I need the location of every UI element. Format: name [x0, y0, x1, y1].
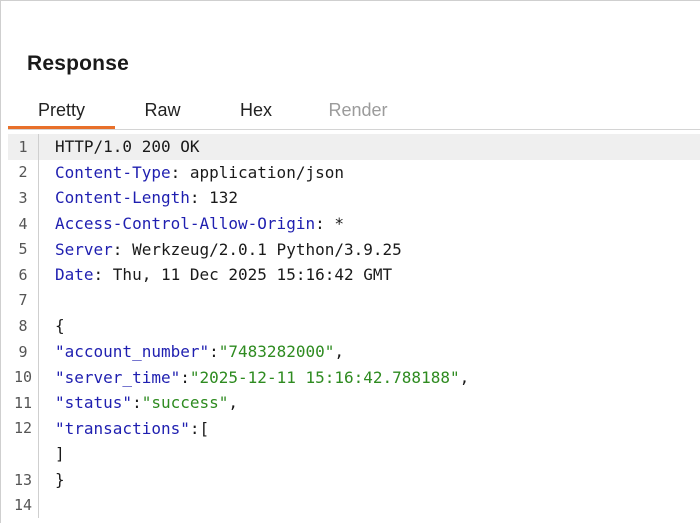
code-content: ]: [38, 441, 65, 467]
panel-left-border: [0, 0, 1, 523]
line-number: 12: [13, 419, 33, 438]
line-number: 8: [18, 316, 28, 335]
code-line: 12 "transactions":[: [8, 415, 700, 442]
line-number: 7: [18, 291, 28, 310]
json-key: "status": [55, 393, 133, 413]
code-line: 1 HTTP/1.0 200 OK: [8, 134, 700, 160]
header-name: Server: [55, 239, 113, 259]
code-line: 6 Date: Thu, 11 Dec 2025 15:16:42 GMT: [8, 262, 700, 288]
json-key: "transactions": [55, 418, 190, 438]
line-number: 2: [18, 163, 28, 182]
json-value: "success": [141, 393, 229, 413]
json-comma: ,: [459, 367, 470, 387]
header-value: application/json: [189, 162, 344, 182]
header-name: Date: [55, 265, 94, 285]
line-number: 5: [18, 240, 28, 259]
code-content: {: [38, 313, 65, 339]
code-line: 9 "account_number": "7483282000",: [8, 338, 700, 365]
line-number: 1: [18, 137, 28, 156]
line-number: 11: [13, 393, 33, 412]
response-editor[interactable]: 1 HTTP/1.0 200 OK 2 Content-Type: applic…: [8, 134, 700, 523]
tab-pretty[interactable]: Pretty: [8, 94, 115, 129]
code-content: "status": "success",: [38, 390, 238, 416]
json-comma: ,: [228, 393, 239, 413]
code-line: 4 Access-Control-Allow-Origin: *: [8, 210, 700, 237]
tabs-divider: [8, 129, 700, 130]
code-line: 13 }: [8, 466, 700, 493]
code-content: HTTP/1.0 200 OK: [38, 134, 200, 160]
json-value: "2025-12-11 15:16:42.788188": [189, 367, 460, 387]
code-content: [38, 492, 55, 518]
json-comma: ,: [334, 342, 344, 362]
view-tabs: Pretty Raw Hex Render: [8, 94, 700, 130]
json-close-brace: }: [55, 470, 65, 490]
json-value: "7483282000": [218, 342, 335, 362]
code-content: }: [38, 466, 65, 493]
header-name: Content-Type: [55, 162, 171, 182]
line-number: 3: [18, 188, 28, 207]
header-value: Werkzeug/2.0.1 Python/3.9.25: [132, 239, 402, 259]
code-content: Date: Thu, 11 Dec 2025 15:16:42 GMT: [38, 262, 392, 288]
json-key: "server_time": [55, 367, 181, 387]
header-value: *: [334, 214, 344, 234]
panel-title: Response: [27, 52, 129, 75]
line-number: 14: [13, 496, 33, 515]
code-line: 8 {: [8, 313, 700, 339]
code-line-wrapped: ]: [8, 441, 700, 467]
code-content: "transactions":[: [38, 415, 210, 442]
json-key: "account_number": [55, 342, 210, 362]
header-name: Access-Control-Allow-Origin: [55, 214, 316, 234]
header-value: Thu, 11 Dec 2025 15:16:42 GMT: [112, 265, 393, 285]
code-line: 7: [8, 287, 700, 314]
code-content: Server: Werkzeug/2.0.1 Python/3.9.25: [38, 236, 402, 262]
tab-hex[interactable]: Hex: [210, 94, 302, 128]
code-line: 3 Content-Length: 132: [8, 185, 700, 211]
code-line: 5 Server: Werkzeug/2.0.1 Python/3.9.25: [8, 236, 700, 262]
line-number: 13: [13, 470, 33, 489]
code-content: [38, 287, 55, 314]
code-content: "server_time": "2025-12-11 15:16:42.78818…: [38, 364, 469, 390]
line-number: 10: [13, 368, 33, 387]
tab-raw[interactable]: Raw: [115, 94, 210, 128]
line-number: 6: [18, 265, 28, 284]
code-content: Content-Length: 132: [38, 185, 238, 211]
status-line: HTTP/1.0 200 OK: [55, 137, 200, 157]
code-line: 11 "status": "success",: [8, 390, 700, 416]
tab-render: Render: [328, 100, 388, 120]
json-open-brace: {: [55, 316, 65, 336]
code-content: Content-Type: application/json: [38, 159, 344, 186]
line-number: 4: [18, 214, 28, 233]
header-name: Content-Length: [55, 188, 190, 208]
json-array-close: ]: [55, 444, 65, 464]
header-value: 132: [209, 188, 239, 208]
line-number: 9: [18, 342, 28, 361]
panel-top-border: [0, 0, 700, 1]
code-line: 14: [8, 492, 700, 518]
code-content: "account_number": "7483282000",: [38, 338, 344, 365]
code-line: 2 Content-Type: application/json: [8, 159, 700, 186]
json-array-open: [: [199, 418, 210, 438]
code-content: Access-Control-Allow-Origin: *: [38, 210, 344, 237]
code-line: 10 "server_time": "2025-12-11 15:16:42.78…: [8, 364, 700, 390]
